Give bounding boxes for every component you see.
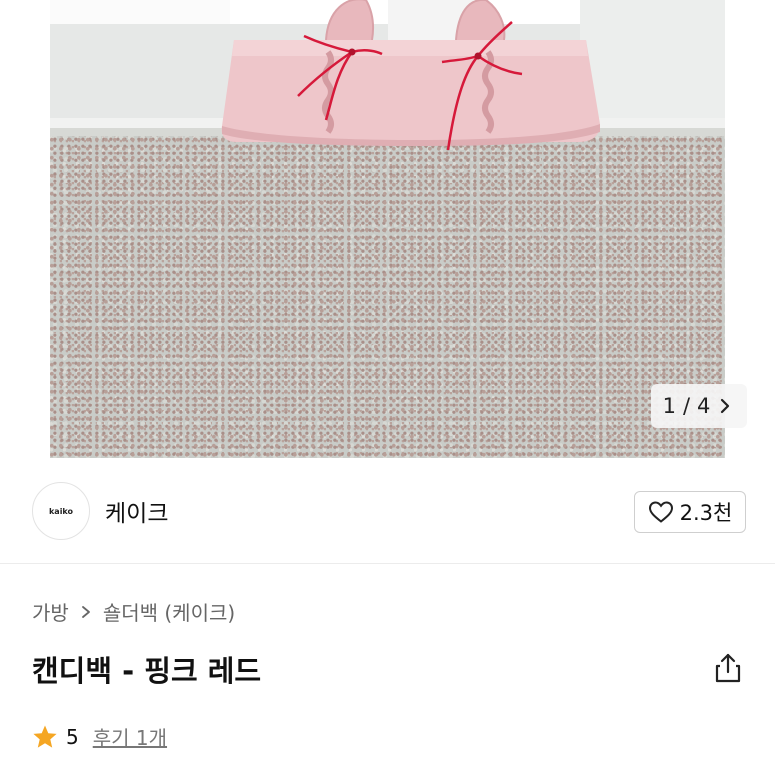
like-button[interactable]: 2.3천 [634,491,746,533]
chevron-right-icon[interactable] [715,396,735,416]
shop-name[interactable]: 케이크 [105,494,168,528]
shop-avatar[interactable]: kaiko [32,482,90,540]
breadcrumb-item-subcategory[interactable]: 숄더백 (케이크) [103,597,235,626]
product-title: 캔디백 - 핑크 레드 [32,654,262,688]
star-icon [33,725,57,748]
like-count: 2.3천 [679,501,733,525]
gallery-page-counter[interactable]: 1 / 4 [651,384,747,428]
shop-row: kaiko 케이크 2.3천 [0,458,775,564]
rating-score: 5 [66,724,79,749]
gallery-total-pages: 4 [697,394,712,418]
terrazzo-cabinet [50,128,725,458]
heart-icon [648,501,673,523]
gallery-current-page: 1 [662,394,677,418]
shop-logo: kaiko [48,506,74,516]
product-image-gallery[interactable]: 1 / 4 [0,0,775,458]
breadcrumb: 가방 숄더백 (케이크) [32,597,235,626]
breadcrumb-item-category[interactable]: 가방 [32,597,69,626]
chevron-right-icon [81,605,90,618]
rating-row: 5 후기 1개 [32,722,167,751]
review-link[interactable]: 후기 1개 [93,722,167,751]
background-wall [50,0,230,24]
product-photo-bag [221,0,600,151]
gallery-separator: / [682,394,692,418]
share-icon[interactable] [712,652,744,684]
